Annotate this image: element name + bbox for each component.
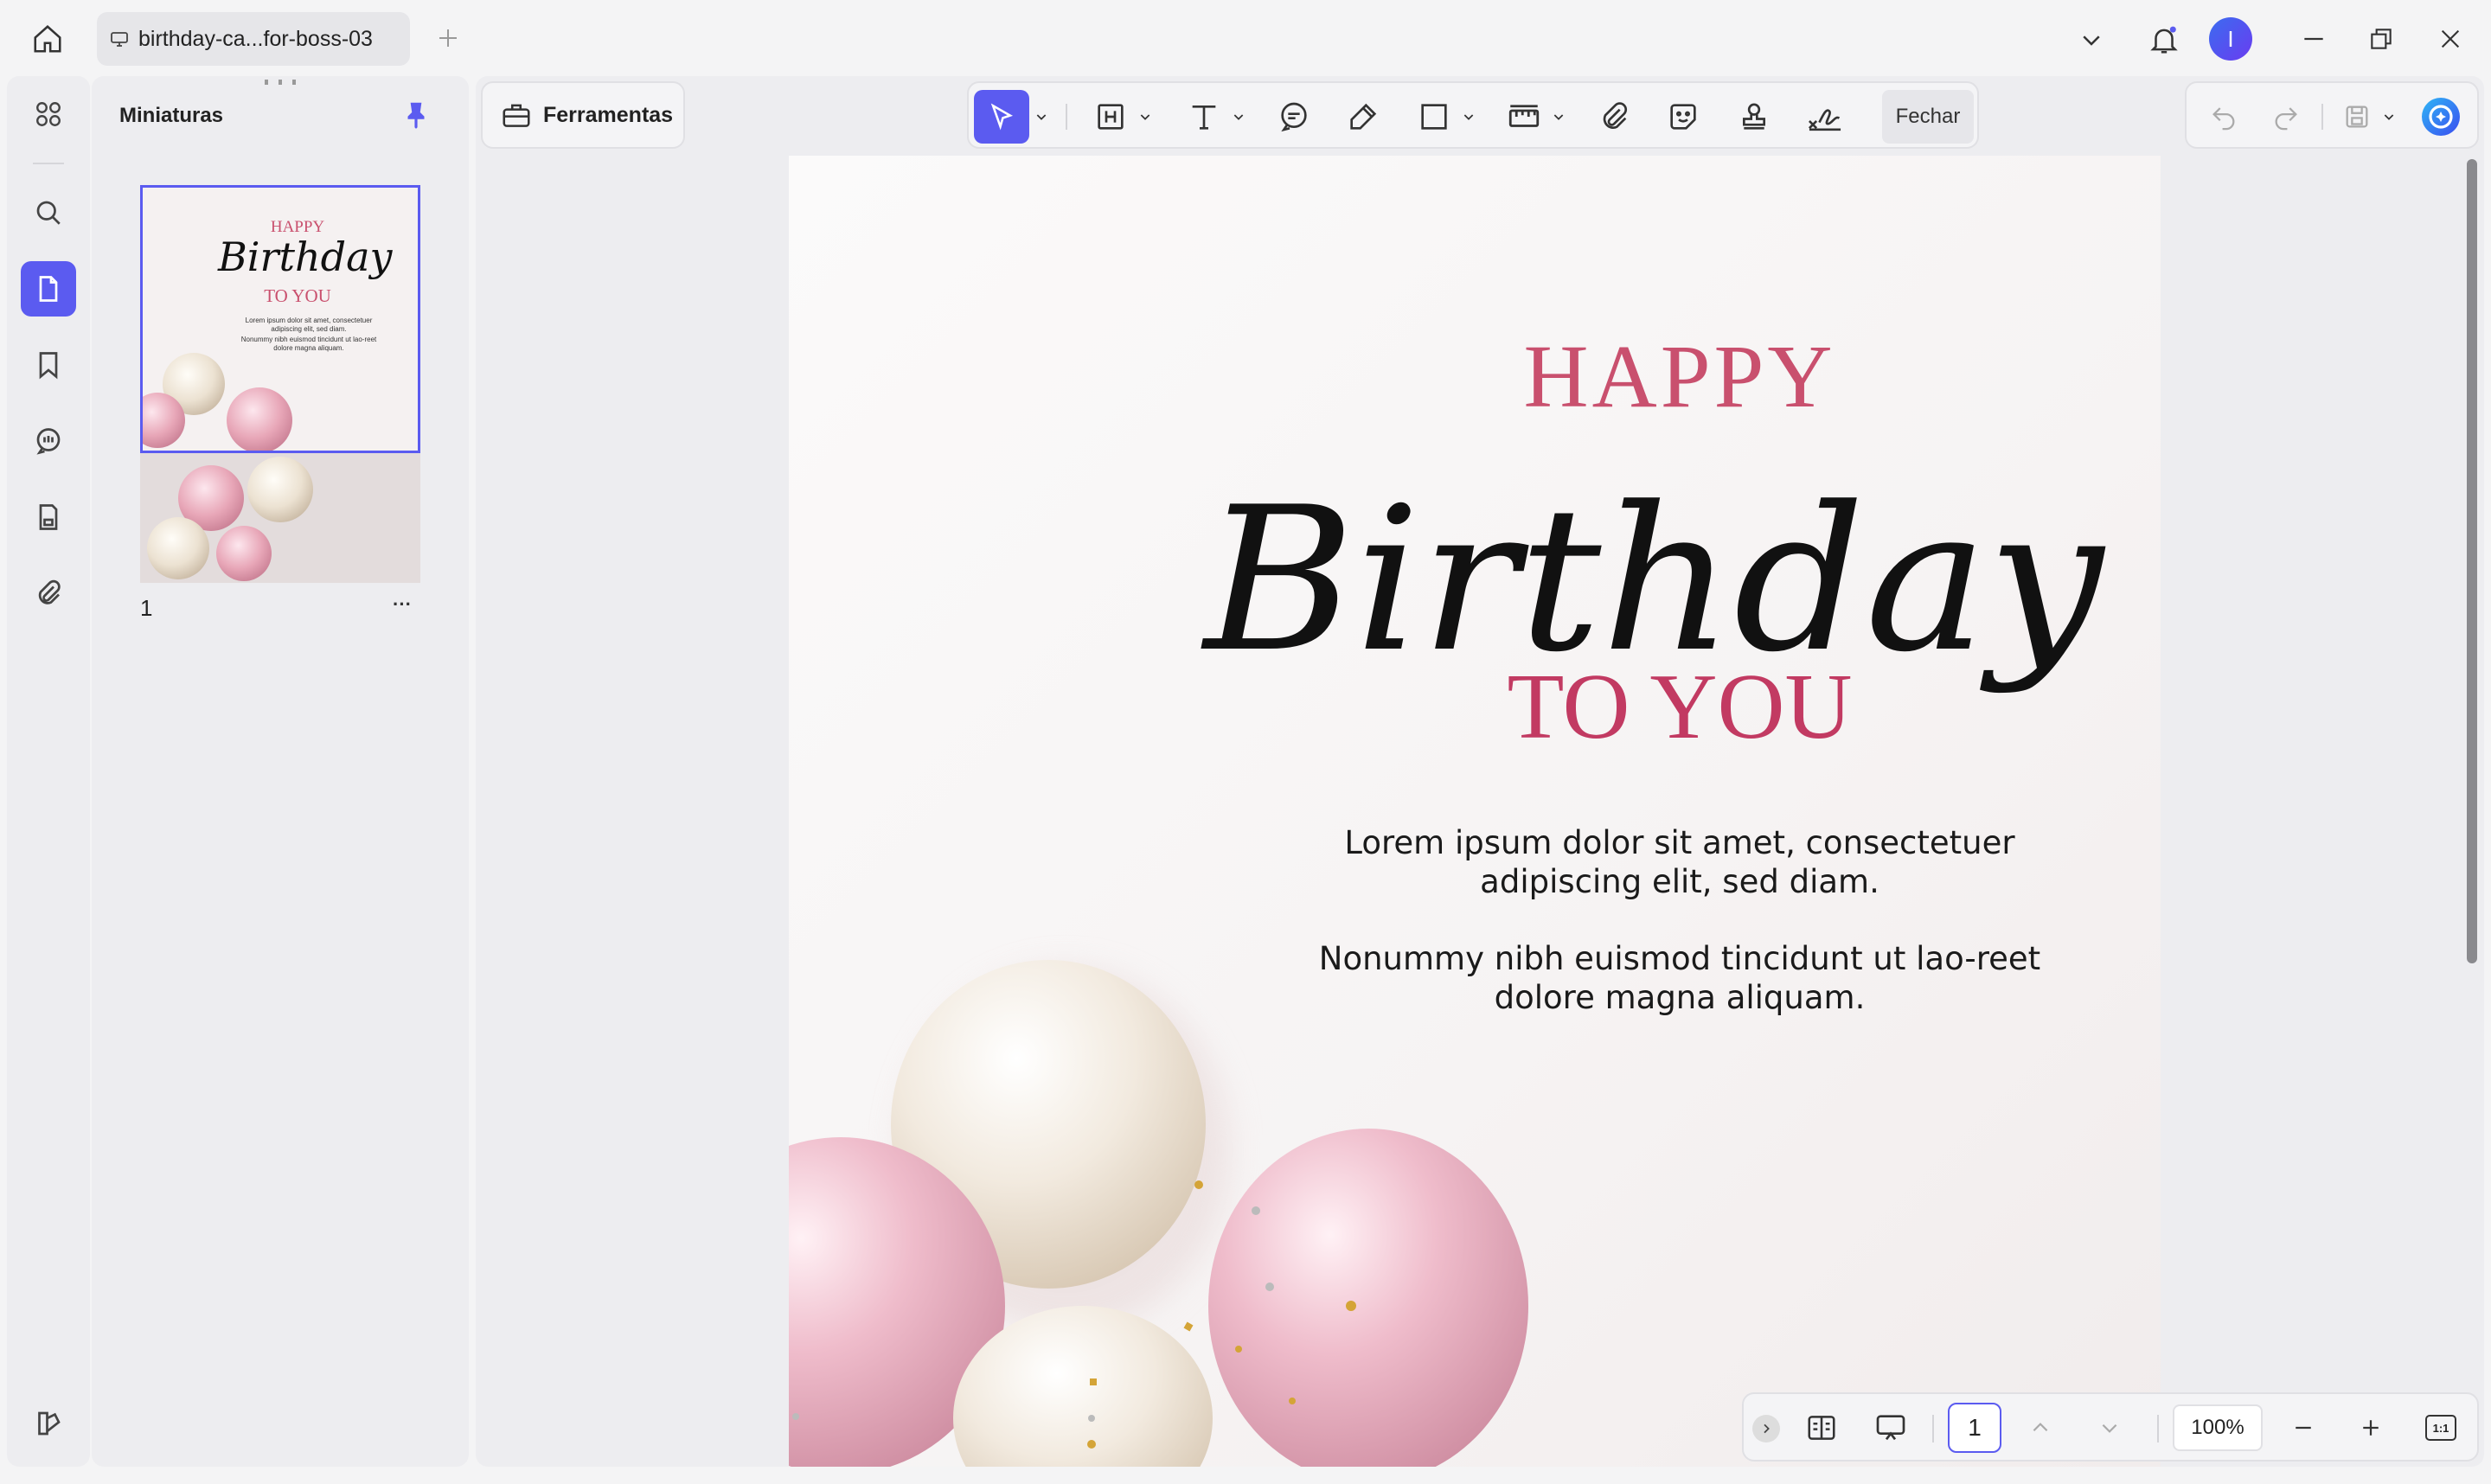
stamp-tool[interactable]: [1730, 95, 1778, 138]
tab-title: birthday-ca...for-boss-03: [138, 26, 373, 51]
redo-icon[interactable]: [2264, 95, 2308, 138]
presentation-icon[interactable]: [1867, 1406, 1915, 1449]
previous-page-icon[interactable]: [2019, 1406, 2062, 1449]
toolbar-divider: [1066, 104, 1067, 130]
balloons-illustration: [789, 960, 1528, 1467]
pdf-page[interactable]: HAPPY Birthday TO YOU Lorem ipsum dolor …: [789, 156, 2161, 1467]
left-icon-rail: [7, 76, 90, 1467]
cursor-icon: [987, 102, 1016, 131]
signature-tool[interactable]: [1799, 95, 1851, 138]
text-dropdown[interactable]: [1228, 95, 1249, 138]
bookmark-icon[interactable]: [21, 337, 76, 393]
paragraph-1: Lorem ipsum dolor sit amet, consectetuer…: [1344, 824, 2015, 900]
apps-grid-icon[interactable]: [21, 86, 76, 142]
thumb-para1: Lorem ipsum dolor sit amet, consectetuer…: [245, 317, 373, 333]
annotation-toolbar: Fechar: [967, 81, 1979, 149]
thumbnail-panel: Miniaturas HAPPY Birthday TO YOU Lorem i…: [92, 76, 469, 1467]
thumbnail-more-button[interactable]: ···: [393, 593, 412, 616]
close-toolbar-button[interactable]: Fechar: [1882, 90, 1974, 144]
toolbar-divider: [2157, 1415, 2159, 1442]
save-icon[interactable]: [2335, 95, 2379, 138]
thumbnail-page-number: 1: [140, 595, 153, 621]
document-tab[interactable]: birthday-ca...for-boss-03: [97, 12, 410, 66]
document-viewer: Ferramentas Fechar HAPPY Birthday TO YOU…: [476, 76, 2484, 1467]
zoom-in-icon[interactable]: [2349, 1406, 2392, 1449]
comment-tool[interactable]: [1270, 95, 1318, 138]
panel-title: Miniaturas: [119, 104, 224, 127]
theme-settings-icon[interactable]: [21, 1396, 76, 1451]
zoom-level-field[interactable]: 100%: [2173, 1404, 2263, 1451]
notification-bell-icon[interactable]: [2142, 17, 2187, 62]
ai-assistant-icon[interactable]: [2417, 95, 2465, 138]
page-navigation-bar: 1 100% 1:1: [1742, 1392, 2479, 1462]
thumb-para2: Nonummy nibh euismod tincidunt ut lao-re…: [240, 336, 377, 352]
search-icon[interactable]: [21, 185, 76, 240]
zoom-out-icon[interactable]: [2282, 1406, 2325, 1449]
close-window-icon[interactable]: [2429, 17, 2472, 61]
thumb-to-you: TO YOU: [264, 285, 331, 306]
pin-icon[interactable]: [400, 99, 434, 133]
restore-icon[interactable]: [2360, 17, 2403, 61]
toolbar-divider: [1932, 1415, 1934, 1442]
actual-size-button[interactable]: 1:1: [2417, 1406, 2465, 1449]
shape-dropdown[interactable]: [1458, 95, 1479, 138]
page-number-input[interactable]: 1: [1948, 1403, 2001, 1453]
thumb-birthday: Birthday: [218, 233, 393, 280]
page-layout-icon[interactable]: [1797, 1406, 1846, 1449]
expand-chevron-icon[interactable]: [1752, 1415, 1780, 1442]
toolbar-divider: [2321, 104, 2323, 130]
tools-label: Ferramentas: [543, 102, 674, 127]
page-thumbnail[interactable]: HAPPY Birthday TO YOU Lorem ipsum dolor …: [140, 185, 420, 583]
highlight-dropdown[interactable]: [1135, 95, 1156, 138]
attachment-tool[interactable]: [1590, 95, 1638, 138]
form-fields-icon[interactable]: [21, 489, 76, 545]
home-icon[interactable]: [26, 17, 69, 61]
actual-size-label: 1:1: [2425, 1415, 2456, 1441]
next-page-icon[interactable]: [2088, 1406, 2131, 1449]
measure-dropdown[interactable]: [1548, 95, 1569, 138]
select-tool-button[interactable]: [974, 90, 1029, 144]
measure-tool[interactable]: [1500, 95, 1548, 138]
shape-tool[interactable]: [1410, 95, 1458, 138]
heading-to-you: TO YOU: [1507, 656, 1853, 758]
history-toolbar: [2185, 81, 2479, 149]
save-dropdown[interactable]: [2379, 95, 2399, 138]
pencil-tool[interactable]: [1339, 95, 1387, 138]
text-tool[interactable]: [1180, 95, 1228, 138]
minimize-icon[interactable]: [2292, 17, 2335, 61]
sticker-tool[interactable]: [1659, 95, 1707, 138]
thumbnails-page-icon[interactable]: [21, 261, 76, 317]
toolbox-icon: [500, 99, 533, 131]
monitor-icon: [109, 29, 130, 49]
heading-happy: HAPPY: [1523, 327, 1836, 426]
title-bar: birthday-ca...for-boss-03 I: [0, 0, 2491, 76]
comments-icon[interactable]: [21, 413, 76, 469]
new-tab-icon[interactable]: [427, 17, 469, 59]
user-avatar[interactable]: I: [2209, 17, 2252, 61]
chevron-down-icon[interactable]: [2071, 19, 2112, 61]
highlight-text-tool[interactable]: [1086, 95, 1135, 138]
undo-icon[interactable]: [2202, 95, 2245, 138]
select-tool-dropdown[interactable]: [1031, 95, 1052, 138]
tools-button[interactable]: Ferramentas: [481, 81, 685, 149]
panel-drag-handle[interactable]: [265, 80, 296, 85]
attachment-icon[interactable]: [21, 566, 76, 621]
rail-divider: [33, 163, 64, 164]
vertical-scrollbar[interactable]: [2467, 159, 2477, 963]
